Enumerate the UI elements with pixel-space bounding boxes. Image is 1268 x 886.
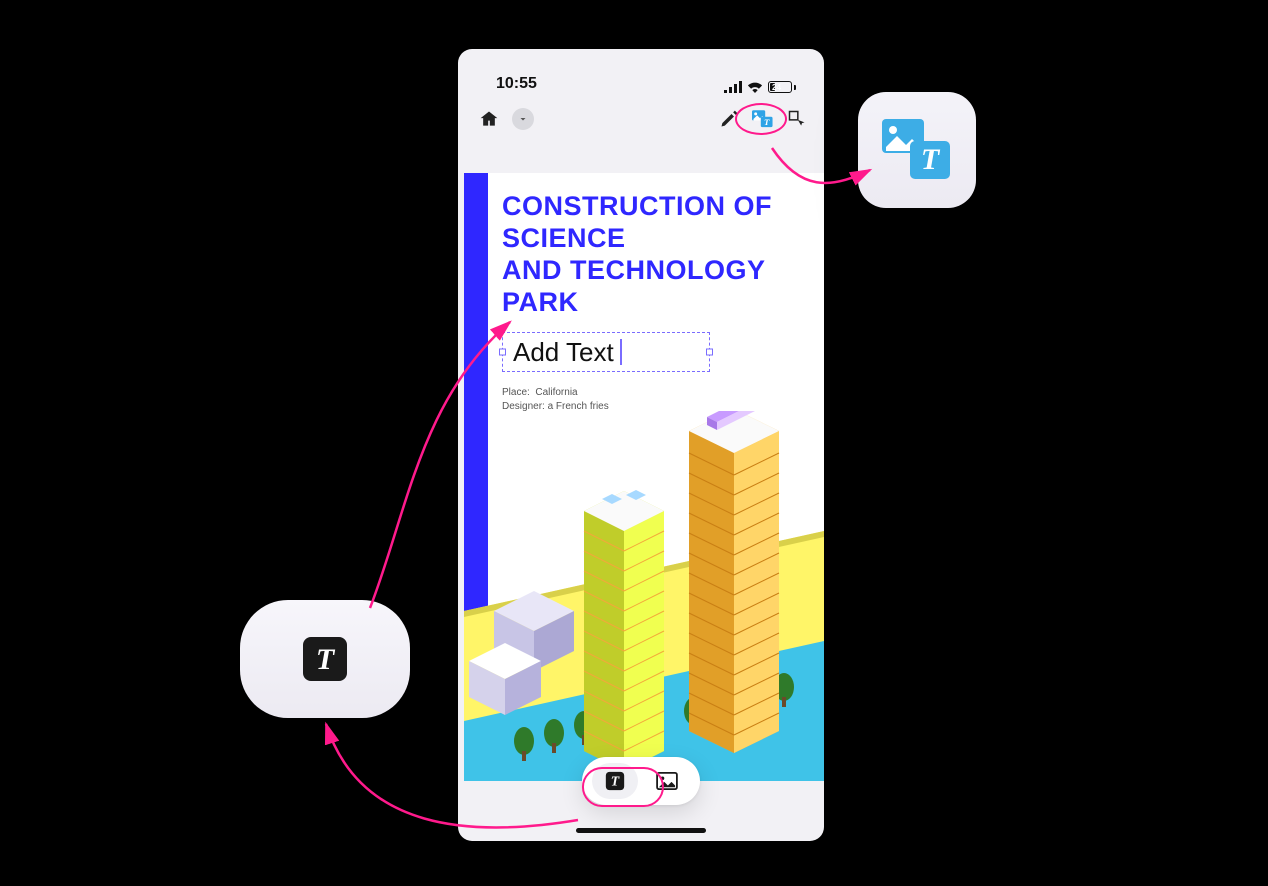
add-text-label: Add Text <box>513 337 614 368</box>
top-toolbar: T <box>458 97 824 141</box>
status-bar: 10:55 24 <box>458 49 824 97</box>
selection-tool-icon[interactable] <box>786 108 808 130</box>
battery-indicator: 24 <box>768 81 796 93</box>
highlighter-icon[interactable] <box>718 108 740 130</box>
chevron-down-icon[interactable] <box>512 108 534 130</box>
text-caret <box>620 339 622 365</box>
doc-title: CONSTRUCTION OF SCIENCE AND TECHNOLOGY P… <box>502 191 814 318</box>
svg-text:T: T <box>316 643 336 676</box>
svg-text:T: T <box>611 774 620 789</box>
resize-handle-left[interactable] <box>499 349 506 356</box>
city-illustration <box>464 411 824 781</box>
svg-text:T: T <box>764 117 770 127</box>
callout-text-tool: T <box>240 600 410 718</box>
phone-mockup: 10:55 24 <box>458 49 824 841</box>
cellular-icon <box>724 81 742 93</box>
bottom-tool-bar: T <box>582 757 700 805</box>
home-indicator <box>576 828 706 833</box>
resize-handle-right[interactable] <box>706 349 713 356</box>
image-text-mode-icon[interactable]: T <box>752 108 774 130</box>
status-time: 10:55 <box>496 75 537 93</box>
document-page[interactable]: CONSTRUCTION OF SCIENCE AND TECHNOLOGY P… <box>464 173 824 781</box>
add-text-field[interactable]: Add Text <box>502 332 710 372</box>
image-tool-button[interactable] <box>644 763 690 799</box>
callout-image-text-mode: T <box>858 92 976 208</box>
wifi-icon <box>747 81 763 93</box>
status-indicators: 24 <box>724 81 796 93</box>
home-icon[interactable] <box>478 108 500 130</box>
text-tool-button[interactable]: T <box>592 763 638 799</box>
svg-text:T: T <box>921 143 941 176</box>
